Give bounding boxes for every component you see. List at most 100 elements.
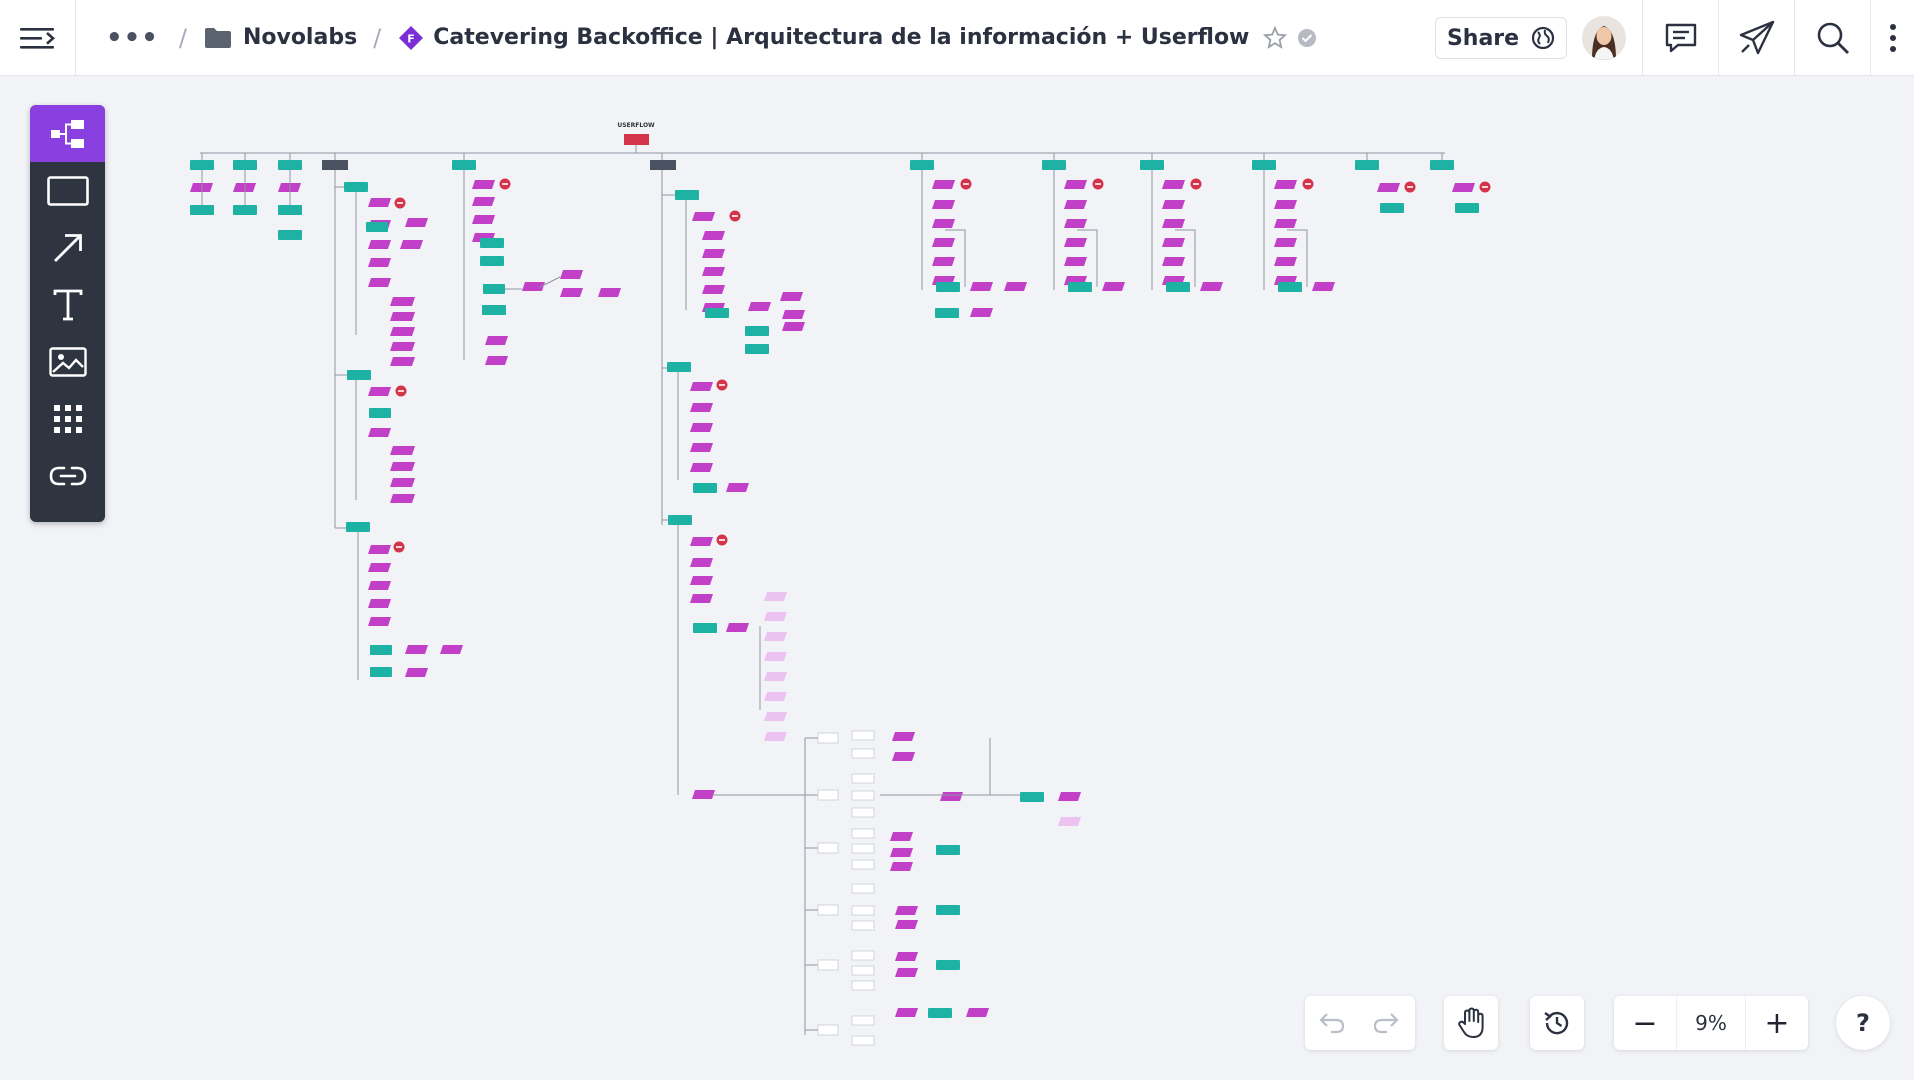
zoom-level[interactable]: 9% xyxy=(1676,996,1746,1050)
text-tool[interactable] xyxy=(30,276,105,333)
process-node xyxy=(480,256,504,266)
data-node xyxy=(748,302,771,311)
data-node xyxy=(782,322,805,331)
star-icon[interactable] xyxy=(1263,25,1288,50)
help-button[interactable]: ? xyxy=(1836,996,1890,1050)
file-badge-letter: F xyxy=(408,32,416,45)
section-node xyxy=(322,160,348,170)
process-node xyxy=(366,222,388,232)
process-node xyxy=(347,370,371,380)
data-node xyxy=(690,423,713,432)
data-node xyxy=(1058,817,1081,826)
data-node xyxy=(1162,200,1185,209)
zoom-out-button[interactable]: − xyxy=(1614,996,1676,1050)
data-node xyxy=(368,198,391,207)
process-node xyxy=(936,960,960,970)
data-node xyxy=(702,249,725,258)
menu-collapse-icon xyxy=(19,27,55,49)
item-node xyxy=(851,980,875,991)
label-node xyxy=(817,842,839,854)
diagram-root-title: USERFLOW xyxy=(617,122,655,129)
process-node xyxy=(278,160,302,170)
breadcrumb-folder-link[interactable]: Novolabs xyxy=(243,25,357,50)
data-node xyxy=(1064,200,1087,209)
data-node xyxy=(764,692,787,701)
diagram-tool[interactable] xyxy=(30,105,105,162)
left-toolbar xyxy=(30,105,105,522)
canvas[interactable]: USERFLOW xyxy=(0,77,1914,1080)
data-node xyxy=(932,238,955,247)
data-node xyxy=(895,952,918,961)
data-node xyxy=(1274,180,1297,189)
data-node xyxy=(390,446,415,455)
header-actions xyxy=(1642,0,1914,76)
more-options-button[interactable] xyxy=(1870,0,1914,76)
text-icon xyxy=(53,289,82,320)
history-button[interactable] xyxy=(1530,996,1584,1050)
menu-collapse-button[interactable] xyxy=(0,0,76,76)
more-vertical-icon xyxy=(1889,24,1896,52)
link-tool[interactable] xyxy=(30,447,105,504)
breadcrumb-separator: / xyxy=(373,23,382,52)
process-node xyxy=(344,182,368,192)
process-node xyxy=(675,190,699,200)
data-node xyxy=(390,342,415,351)
label-node xyxy=(817,904,839,916)
folder-icon xyxy=(204,27,231,48)
hand-tool-button[interactable] xyxy=(1444,996,1498,1050)
data-node xyxy=(405,668,428,677)
section-node xyxy=(650,160,676,170)
search-button[interactable] xyxy=(1794,0,1870,76)
data-node xyxy=(1377,183,1400,192)
data-node xyxy=(1064,219,1087,228)
data-node xyxy=(485,356,508,365)
data-node xyxy=(692,212,715,221)
history-icon xyxy=(1544,1011,1569,1035)
document-title[interactable]: Catevering Backoffice | Arquitectura de … xyxy=(433,25,1249,50)
share-button[interactable]: Share xyxy=(1435,17,1567,59)
process-node xyxy=(745,326,769,336)
zoom-in-button[interactable]: + xyxy=(1746,996,1808,1050)
undo-button[interactable] xyxy=(1305,996,1359,1050)
data-node xyxy=(690,443,713,452)
redo-button[interactable] xyxy=(1359,996,1413,1050)
end-node-mark xyxy=(1407,186,1413,188)
process-node xyxy=(452,160,476,170)
version-history-control xyxy=(1530,996,1584,1050)
item-node xyxy=(851,1035,875,1046)
data-node xyxy=(1004,282,1027,291)
process-node xyxy=(278,230,302,240)
arrow-tool[interactable] xyxy=(30,219,105,276)
process-node xyxy=(370,667,392,677)
data-node xyxy=(890,832,913,841)
avatar[interactable] xyxy=(1582,16,1626,60)
data-node xyxy=(368,258,391,267)
data-node xyxy=(1312,282,1335,291)
shape-tool[interactable] xyxy=(30,162,105,219)
apps-tool[interactable] xyxy=(30,390,105,447)
data-node xyxy=(368,563,391,572)
end-node-mark xyxy=(396,546,402,548)
data-node xyxy=(390,462,415,471)
data-node xyxy=(780,292,803,301)
flow-diagram[interactable]: USERFLOW xyxy=(0,77,1914,1080)
label-node xyxy=(817,1024,839,1036)
data-node xyxy=(390,494,415,503)
breadcrumb-more-button[interactable]: ••• xyxy=(106,23,159,53)
data-node xyxy=(405,218,428,227)
process-node xyxy=(1252,160,1276,170)
data-node xyxy=(892,752,915,761)
item-node xyxy=(851,790,875,801)
data-node xyxy=(932,180,955,189)
data-node xyxy=(690,537,713,546)
label-node xyxy=(817,732,839,744)
end-node-mark xyxy=(397,202,403,204)
image-tool[interactable] xyxy=(30,333,105,390)
item-node xyxy=(851,883,875,894)
end-node-mark xyxy=(732,215,738,217)
present-button[interactable] xyxy=(1718,0,1794,76)
process-node xyxy=(482,305,506,315)
flowchart-icon xyxy=(50,119,84,148)
data-node xyxy=(764,732,787,741)
comments-button[interactable] xyxy=(1642,0,1718,76)
